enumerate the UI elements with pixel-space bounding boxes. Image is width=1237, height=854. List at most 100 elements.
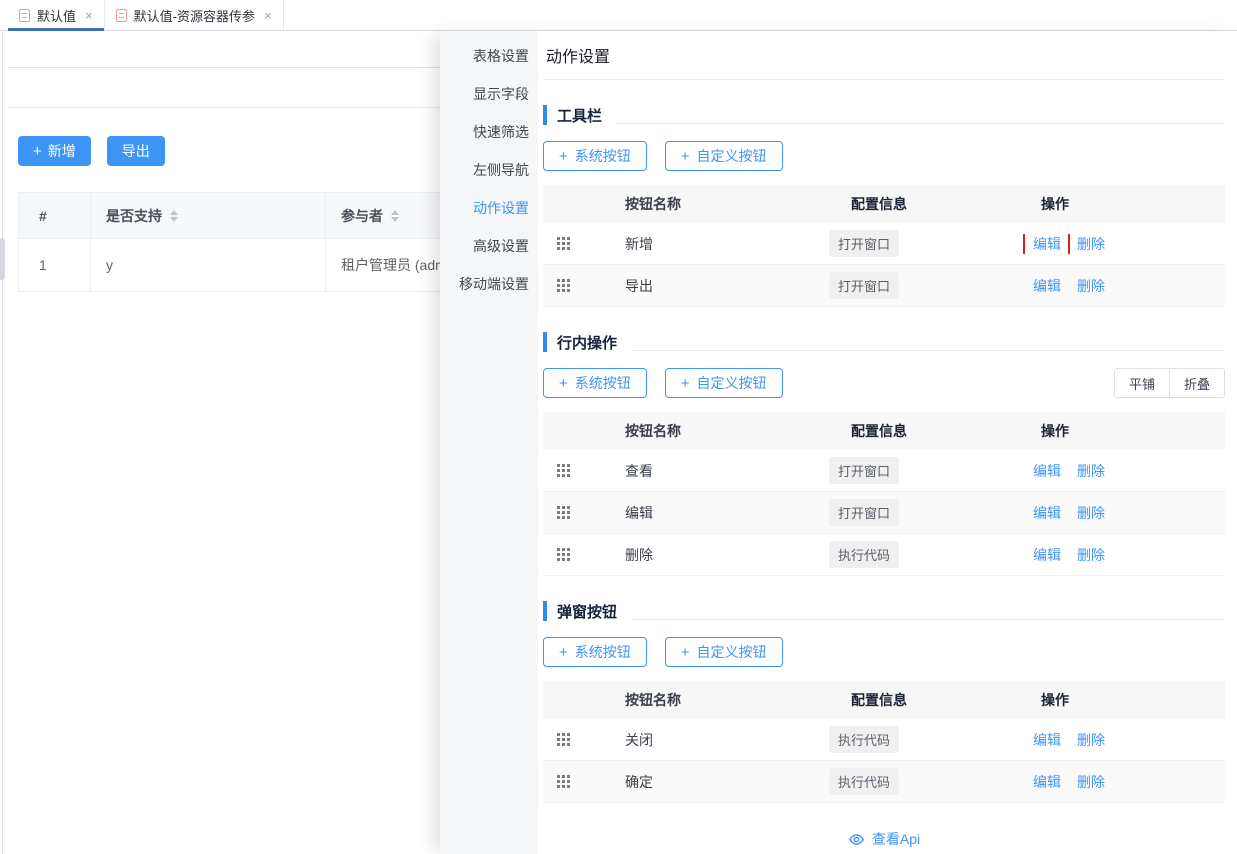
document-icon — [116, 9, 127, 22]
tab-close-icon[interactable]: × — [85, 9, 93, 22]
column-button-name: 按钮名称 — [593, 690, 821, 710]
drawer-menu-item-5[interactable]: 高级设置 — [440, 227, 538, 265]
buttons-table: 按钮名称 配置信息 操作 新增 打开窗口 编辑 删除 — [543, 185, 1225, 307]
column-config-info: 配置信息 — [821, 690, 1021, 710]
column-operations: 操作 — [1021, 194, 1225, 214]
delete-link[interactable]: 删除 — [1077, 234, 1105, 254]
panel-left-border — [2, 31, 3, 854]
system-button-add[interactable]: + 系统按钮 — [543, 637, 647, 667]
layout-toggle-group: 平铺折叠 — [1114, 368, 1225, 398]
editor-tab-1[interactable]: 默认值-资源容器传参 × — [105, 0, 284, 30]
config-badge: 执行代码 — [829, 541, 899, 568]
toggle-button-1[interactable]: 折叠 — [1169, 369, 1224, 397]
tab-close-icon[interactable]: × — [264, 9, 272, 22]
column-support[interactable]: 是否支持 — [91, 193, 326, 238]
section-accent-bar — [543, 105, 547, 125]
data-table: # 是否支持 参与者 1 y 租户管理员 (adm — [18, 192, 451, 292]
column-participant[interactable]: 参与者 — [326, 193, 451, 238]
delete-link[interactable]: 删除 — [1077, 276, 1105, 296]
config-badge: 执行代码 — [829, 768, 899, 795]
table-header-row: 按钮名称 配置信息 操作 — [543, 185, 1225, 223]
button-name: 导出 — [593, 276, 821, 296]
edit-link[interactable]: 编辑 — [1033, 461, 1061, 481]
drag-handle-icon[interactable] — [557, 279, 570, 292]
section-header: 行内操作 — [543, 331, 1225, 353]
section-divider — [631, 350, 1225, 351]
drawer-menu-item-6[interactable]: 移动端设置 — [440, 265, 538, 303]
section-divider — [631, 619, 1225, 620]
button-name: 删除 — [593, 545, 821, 565]
drawer-menu-item-4[interactable]: 动作设置 — [440, 189, 538, 227]
edit-link[interactable]: 编辑 — [1033, 276, 1061, 296]
drawer-menu-item-0[interactable]: 表格设置 — [440, 37, 538, 75]
drawer-title: 动作设置 — [543, 31, 1225, 80]
drag-handle-icon[interactable] — [557, 506, 570, 519]
drawer-menu-item-3[interactable]: 左侧导航 — [440, 151, 538, 189]
toggle-button-0[interactable]: 平铺 — [1115, 369, 1169, 397]
drag-handle-icon[interactable] — [557, 464, 570, 477]
system-button-add[interactable]: + 系统按钮 — [543, 141, 647, 171]
plus-icon: + — [559, 376, 568, 391]
cell-participant: 租户管理员 (adm — [326, 239, 451, 291]
drag-handle-icon[interactable] — [557, 733, 570, 746]
drawer-menu-item-2[interactable]: 快速筛选 — [440, 113, 538, 151]
column-button-name: 按钮名称 — [593, 421, 821, 441]
config-badge: 打开窗口 — [829, 499, 899, 526]
table-row: 编辑 打开窗口 编辑 删除 — [543, 492, 1225, 534]
custom-button-add[interactable]: + 自定义按钮 — [665, 141, 783, 171]
edit-link[interactable]: 编辑 — [1033, 730, 1061, 750]
edit-link[interactable]: 编辑 — [1033, 772, 1061, 792]
document-icon — [19, 9, 30, 22]
edit-link[interactable]: 编辑 — [1033, 234, 1061, 254]
settings-section: 工具栏 + 系统按钮 + 自定义按钮 按钮名称 配置信息 操作 — [543, 104, 1225, 307]
column-config-info: 配置信息 — [821, 194, 1021, 214]
table-header-row: 按钮名称 配置信息 操作 — [543, 412, 1225, 450]
plus-icon: + — [559, 645, 568, 660]
section-divider — [616, 123, 1225, 124]
plus-icon: + — [681, 149, 690, 164]
drawer-content: 动作设置 工具栏 + 系统按钮 + 自定义按钮 按钮名称 配置信息 操作 — [538, 31, 1237, 854]
eye-icon — [848, 833, 865, 846]
buttons-table: 按钮名称 配置信息 操作 关闭 执行代码 编辑 删除 — [543, 681, 1225, 803]
table-row: 查看 打开窗口 编辑 删除 — [543, 450, 1225, 492]
table-row: 导出 打开窗口 编辑 删除 — [543, 265, 1225, 307]
section-header: 工具栏 — [543, 104, 1225, 126]
plus-icon: + — [33, 144, 42, 159]
config-badge: 执行代码 — [829, 726, 899, 753]
edit-link[interactable]: 编辑 — [1033, 545, 1061, 565]
sort-icon[interactable] — [170, 210, 178, 222]
drag-handle-icon[interactable] — [557, 548, 570, 561]
config-badge: 打开窗口 — [829, 230, 899, 257]
button-name: 关闭 — [593, 730, 821, 750]
editor-tab-0[interactable]: 默认值 × — [8, 0, 105, 30]
plus-icon: + — [681, 645, 690, 660]
delete-link[interactable]: 删除 — [1077, 730, 1105, 750]
sort-icon[interactable] — [391, 210, 399, 222]
table-row: 确定 执行代码 编辑 删除 — [543, 761, 1225, 803]
delete-link[interactable]: 删除 — [1077, 503, 1105, 523]
view-api-link[interactable]: 查看Api — [543, 829, 1225, 849]
cell-support: y — [91, 239, 326, 291]
plus-icon: + — [559, 149, 568, 164]
delete-link[interactable]: 删除 — [1077, 772, 1105, 792]
button-name: 确定 — [593, 772, 821, 792]
add-button[interactable]: + 新增 — [18, 136, 91, 166]
drawer-menu-item-1[interactable]: 显示字段 — [440, 75, 538, 113]
delete-link[interactable]: 删除 — [1077, 461, 1105, 481]
section-accent-bar — [543, 332, 547, 352]
button-name: 新增 — [593, 234, 821, 254]
table-header-row: # 是否支持 参与者 — [19, 193, 451, 239]
column-config-info: 配置信息 — [821, 421, 1021, 441]
edit-link[interactable]: 编辑 — [1033, 503, 1061, 523]
system-button-add[interactable]: + 系统按钮 — [543, 368, 647, 398]
editor-tab-bar: 默认值 × 默认值-资源容器传参 × — [0, 0, 1237, 31]
custom-button-add[interactable]: + 自定义按钮 — [665, 368, 783, 398]
export-button[interactable]: 导出 — [107, 136, 165, 166]
drag-handle-icon[interactable] — [557, 237, 570, 250]
table-row: 新增 打开窗口 编辑 删除 — [543, 223, 1225, 265]
custom-button-add[interactable]: + 自定义按钮 — [665, 637, 783, 667]
table-row: 删除 执行代码 编辑 删除 — [543, 534, 1225, 576]
delete-link[interactable]: 删除 — [1077, 545, 1105, 565]
collapse-handle[interactable] — [0, 238, 5, 280]
drag-handle-icon[interactable] — [557, 775, 570, 788]
